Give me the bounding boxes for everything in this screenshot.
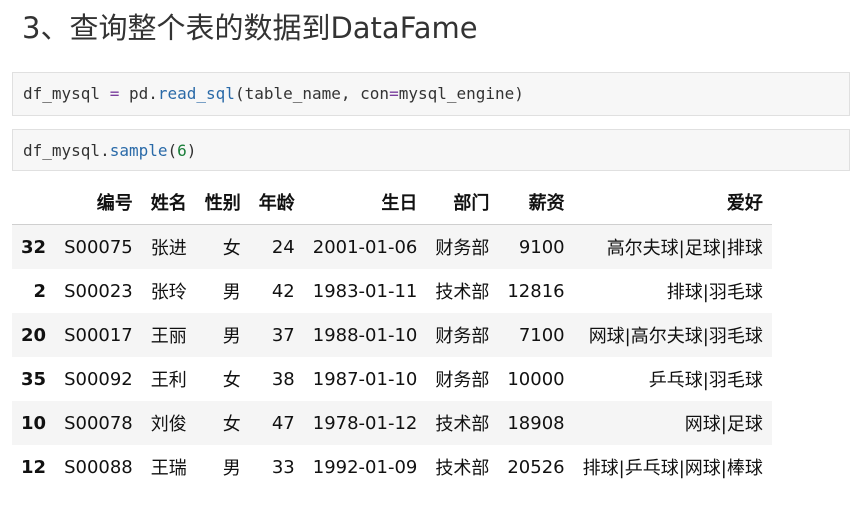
- table-cell: 男: [222, 326, 241, 347]
- table-cell: 18908: [507, 412, 565, 434]
- column-header: 部门: [426, 180, 499, 225]
- row-index: 10: [21, 412, 47, 434]
- table-cell: 张玲: [150, 282, 187, 303]
- column-header: 薪资: [498, 180, 574, 225]
- row-index: 20: [21, 324, 47, 346]
- table-cell: S00017: [64, 324, 133, 346]
- table-cell: 技术部: [435, 458, 490, 479]
- row-index: 35: [21, 368, 47, 390]
- table-row: 20 S00017 王丽 男 37 1988-01-10 财务部 7100 网球|高尔夫球|羽毛…: [12, 313, 772, 357]
- table-cell: 47: [271, 412, 295, 434]
- table-cell: 9100: [518, 236, 565, 258]
- table-cell: S00088: [64, 456, 133, 478]
- table-cell: 1978-01-12: [312, 412, 418, 434]
- table-cell: 技术部: [435, 414, 490, 435]
- table-cell: 42: [271, 280, 295, 302]
- table-row: 32 S00075 张进 女 24 2001-01-06 财务部 9100 高尔夫球|足球|排球: [12, 224, 772, 269]
- table-header: 编号 姓名 性别 年龄 生日 部门 薪资 爱好: [12, 180, 772, 225]
- table-cell: 10000: [507, 368, 565, 390]
- code-token: ): [186, 141, 197, 160]
- table-cell: 男: [222, 282, 241, 303]
- code-line: df_mysql = pd.read_sql(table_name, con=m…: [23, 83, 524, 105]
- column-header: [12, 180, 56, 225]
- code-token: df_mysql: [23, 84, 110, 103]
- column-header: 性别: [195, 180, 250, 225]
- column-header: 爱好: [573, 180, 772, 225]
- table-cell: 女: [222, 414, 241, 435]
- table-row: 2 S00023 张玲 男 42 1983-01-11 技术部 12816 排球|羽毛球: [12, 269, 772, 313]
- table-cell: 1988-01-10: [312, 324, 418, 346]
- table-cell: 财务部: [435, 370, 490, 391]
- dataframe-table: 编号 姓名 性别 年龄 生日 部门 薪资 爱好 32 S00075 张进女 24 2001-01-06…: [12, 180, 772, 489]
- column-header: 编号: [55, 180, 142, 225]
- table-cell: 1992-01-09: [312, 456, 418, 478]
- table-cell: 男: [222, 458, 241, 479]
- section-heading: 3、查询整个表的数据到DataFame: [22, 11, 478, 45]
- row-index: 12: [21, 456, 47, 478]
- table-cell: 网球|足球: [684, 414, 763, 435]
- table-cell: 技术部: [435, 282, 490, 303]
- code-token: read_sql: [157, 84, 235, 103]
- table-cell: 排球|羽毛球: [666, 282, 763, 303]
- table-cell: 2001-01-06: [312, 236, 418, 258]
- table-cell: S00023: [64, 280, 133, 302]
- table-cell: 网球|高尔夫球|羽毛球: [588, 326, 763, 347]
- code-token: 6: [177, 141, 187, 160]
- table-cell: S00092: [64, 368, 133, 390]
- table-cell: 38: [271, 368, 295, 390]
- code-line: df_mysql.sample(6): [23, 140, 196, 162]
- column-header: 生日: [303, 180, 427, 225]
- code-token: pd.: [119, 84, 158, 103]
- table-cell: 12816: [507, 280, 565, 302]
- table-cell: 财务部: [435, 326, 490, 347]
- table-cell: 高尔夫球|足球|排球: [606, 238, 763, 259]
- code-token: df_mysql.: [23, 141, 110, 160]
- code-cell-sample[interactable]: df_mysql.sample(6): [12, 129, 850, 171]
- table-cell: 7100: [518, 324, 565, 346]
- table-cell: S00078: [64, 412, 133, 434]
- table-cell: 张进: [150, 238, 187, 259]
- table-cell: 王利: [150, 370, 187, 391]
- code-token: =: [109, 84, 120, 103]
- code-token: (table_name, con: [234, 84, 390, 103]
- table-cell: 财务部: [435, 238, 490, 259]
- column-header: 姓名: [141, 180, 196, 225]
- code-token: mysql_engine): [398, 84, 524, 103]
- table-row: 12 S00088 王瑞 男 33 1992-01-09 技术部 20526 排球|乒乓球|网球…: [12, 445, 772, 489]
- row-index: 2: [33, 280, 47, 302]
- code-cell-read-sql[interactable]: df_mysql = pd.read_sql(table_name, con=m…: [12, 72, 850, 116]
- table-cell: S00075: [64, 236, 133, 258]
- table-cell: 刘俊: [150, 414, 187, 435]
- row-index: 32: [21, 236, 47, 258]
- header-row: 编号 姓名 性别 年龄 生日 部门 薪资 爱好: [12, 180, 772, 225]
- table-cell: 1983-01-11: [312, 280, 418, 302]
- table-cell: 24: [271, 236, 295, 258]
- table-body: 32 S00075 张进女 24 2001-01-06 财务部 9100 高尔夫球|足球|排球…: [12, 224, 772, 490]
- code-token: (: [167, 141, 178, 160]
- table-cell: 王瑞: [150, 458, 187, 479]
- table-cell: 33: [271, 456, 295, 478]
- column-header: 年龄: [249, 180, 304, 225]
- table-cell: 乒乓球|羽毛球: [648, 370, 763, 391]
- table-row: 10 S00078 刘俊 女 47 1978-01-12 技术部 18908 网球|足球: [12, 401, 772, 445]
- table-cell: 排球|乒乓球|网球|棒球: [582, 458, 763, 479]
- table-row: 35 S00092 王利 女 38 1987-01-10 财务部 10000 乒乓球|羽毛球: [12, 357, 772, 401]
- table-cell: 女: [222, 238, 241, 259]
- table-cell: 20526: [507, 456, 565, 478]
- table-cell: 王丽: [150, 326, 187, 347]
- code-token: sample: [109, 141, 168, 160]
- table-cell: 女: [222, 370, 241, 391]
- code-token: =: [389, 84, 399, 103]
- table-cell: 1987-01-10: [312, 368, 418, 390]
- table-cell: 37: [271, 324, 295, 346]
